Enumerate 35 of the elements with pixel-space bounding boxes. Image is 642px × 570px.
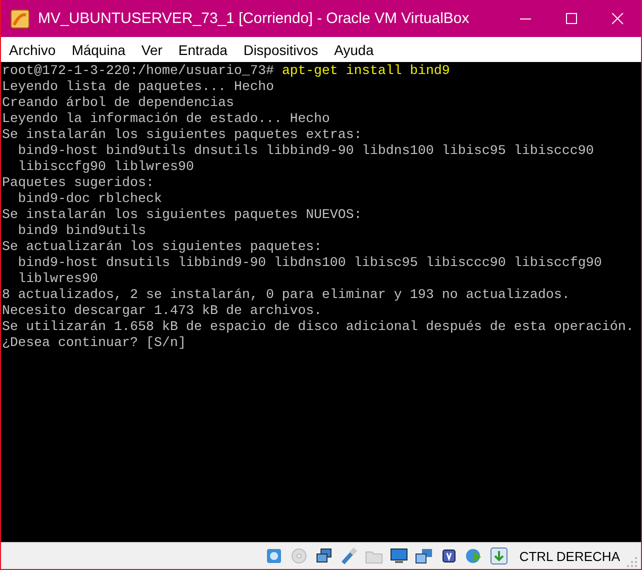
menu-item[interactable]: Ayuda bbox=[326, 42, 380, 58]
resize-grip-icon[interactable] bbox=[627, 557, 637, 567]
output-line: Se actualizarán los siguientes paquetes: bbox=[2, 240, 322, 256]
output-line: Leyendo la información de estado... Hecho bbox=[2, 112, 330, 128]
monitor-icon[interactable] bbox=[390, 547, 408, 565]
chip-icon[interactable] bbox=[440, 547, 458, 565]
app-icon bbox=[10, 8, 30, 28]
output-line: 8 actualizados, 2 se instalarán, 0 para eliminar y 193 no actualizados. bbox=[2, 288, 570, 304]
menu-item[interactable]: Ver bbox=[133, 42, 168, 58]
host-key-label: CTRL DERECHA bbox=[519, 548, 620, 564]
output-line: bind9-doc rblcheck bbox=[16, 192, 162, 208]
network-icon[interactable] bbox=[315, 547, 334, 565]
output-line: bind9-host dnsutils libbind9-90 libdns100 libisc95 libisccc90 libisccfg90 bbox=[16, 256, 602, 272]
close-icon[interactable] bbox=[612, 12, 624, 24]
output-line: libisccfg90 liblwres90 bbox=[16, 160, 194, 176]
output-line: Leyendo lista de paquetes... Hecho bbox=[2, 80, 274, 96]
output-line: bind9-host bind9utils dnsutils libbind9-90 libdns100 libisc95 libisccc90 bbox=[16, 144, 594, 160]
output-line: Creando árbol de dependencias bbox=[2, 96, 234, 112]
output-line: Se instalarán los siguientes paquetes extras: bbox=[2, 128, 362, 144]
output-line: Necesito descargar 1.473 kB de archivos. bbox=[2, 304, 322, 320]
usb-icon[interactable] bbox=[340, 547, 358, 565]
output-line: Se instalarán los siguientes paquetes NUEVOS: bbox=[2, 208, 362, 224]
window-title: MV_UBUNTUSERVER_73_1 [Corriendo] - Oracle VM VirtualBox bbox=[38, 10, 470, 27]
menu-item[interactable]: Archivo bbox=[1, 42, 62, 58]
output-line: bind9 bind9utils bbox=[16, 224, 146, 240]
output-line: Paquetes sugeridos: bbox=[2, 176, 154, 192]
command-line: root@172-1-3-220:/home/usuario_73# apt-get install bind9 bbox=[2, 64, 450, 80]
maximize-icon[interactable] bbox=[566, 12, 578, 24]
menu-item[interactable]: Dispositivos bbox=[235, 42, 324, 58]
output-line: ¿Desea continuar? [S/n] bbox=[2, 336, 186, 352]
windows-icon[interactable] bbox=[415, 547, 434, 565]
menu-item[interactable]: Entrada bbox=[170, 42, 234, 58]
output-line: liblwres90 bbox=[16, 272, 98, 288]
output-line: Se utilizarán 1.658 kB de espacio de disco adicional después de esta operación. bbox=[2, 320, 634, 336]
menu-item[interactable]: Máquina bbox=[64, 42, 132, 58]
